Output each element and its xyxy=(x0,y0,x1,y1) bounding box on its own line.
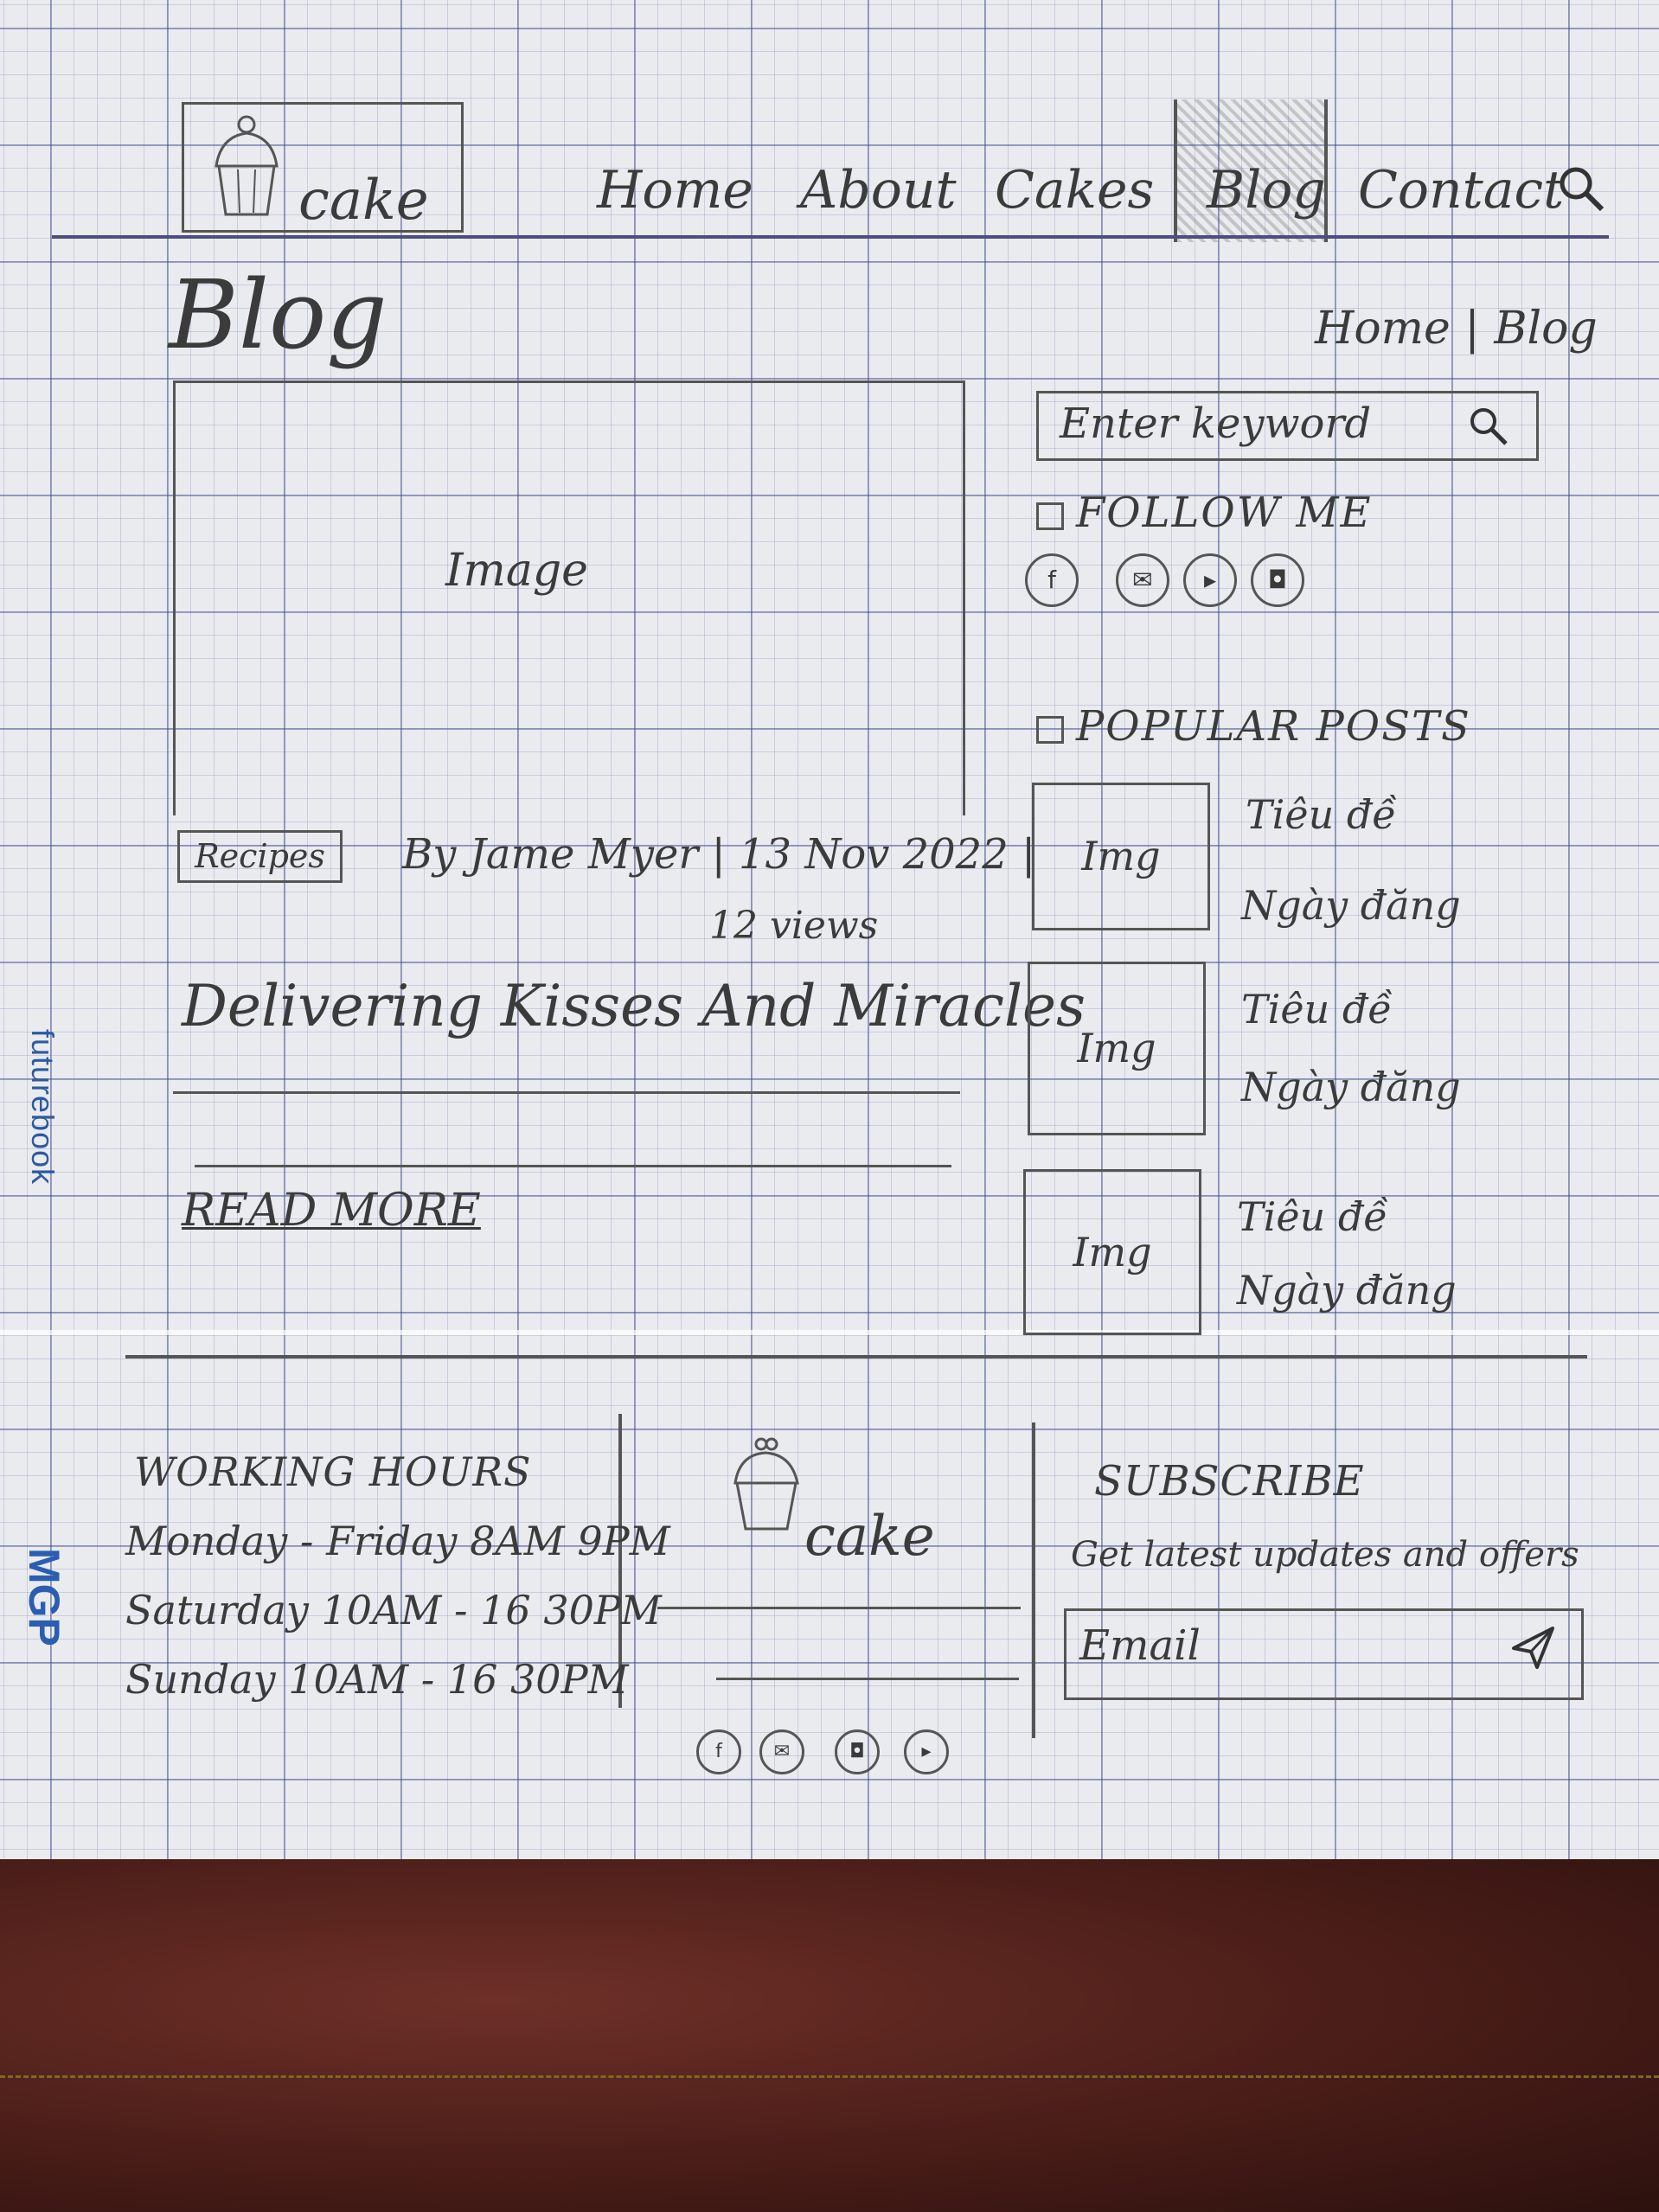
post-title[interactable]: Delivering Kisses And Miracles xyxy=(182,973,1086,1039)
carpet-stitch xyxy=(0,2075,1659,2078)
carpet-background xyxy=(0,1859,1659,2212)
facebook-icon[interactable]: f xyxy=(1025,553,1079,607)
working-hours-title: WORKING HOURS xyxy=(134,1448,532,1495)
post-image[interactable] xyxy=(173,380,965,815)
maker-brand: MGP xyxy=(20,1548,68,1646)
hours-sunday: Sunday 10AM - 16 30PM xyxy=(125,1656,629,1703)
footer-logo-text: cake xyxy=(804,1505,935,1569)
popular-post-date: Ngày đăng xyxy=(1241,1064,1461,1110)
nav-about[interactable]: About xyxy=(800,160,957,221)
post-excerpt-line xyxy=(195,1165,951,1167)
youtube-icon[interactable]: ▸ xyxy=(1183,553,1237,607)
category-tag[interactable]: Recipes xyxy=(177,830,343,883)
popular-post-thumb[interactable]: Img xyxy=(1028,962,1206,1135)
notebook-brand: futurebook xyxy=(25,1029,61,1186)
popular-post-date: Ngày đăng xyxy=(1241,882,1461,929)
page-seam xyxy=(0,1330,1659,1335)
footer-divider xyxy=(125,1355,1587,1359)
popular-title: POPULAR POSTS xyxy=(1076,702,1471,751)
twitter-icon[interactable]: ✉ xyxy=(759,1729,804,1774)
post-image-label: Image xyxy=(445,545,588,597)
nav-home[interactable]: Home xyxy=(597,160,753,221)
subscribe-title: SUBSCRIBE xyxy=(1094,1457,1365,1506)
nav-blog[interactable]: Blog xyxy=(1207,160,1326,221)
hours-weekday: Monday - Friday 8AM 9PM xyxy=(125,1518,670,1564)
hours-saturday: Saturday 10AM - 16 30PM xyxy=(125,1587,662,1633)
facebook-icon[interactable]: f xyxy=(696,1729,741,1774)
follow-title: FOLLOW ME xyxy=(1076,489,1373,537)
youtube-icon[interactable]: ▸ xyxy=(904,1729,949,1774)
footer-line xyxy=(716,1678,1019,1680)
logo-text: cake xyxy=(298,169,429,233)
search-placeholder: Enter keyword xyxy=(1060,400,1372,448)
post-excerpt-line xyxy=(173,1091,960,1094)
footer-line xyxy=(657,1607,1021,1609)
page-title: Blog xyxy=(169,259,388,370)
popular-post-title[interactable]: Tiêu đề xyxy=(1241,986,1393,1032)
email-placeholder: Email xyxy=(1079,1621,1201,1670)
footer-column-divider xyxy=(1032,1422,1035,1738)
search-icon[interactable] xyxy=(1466,404,1509,447)
subscribe-description: Get latest updates and offers xyxy=(1071,1535,1579,1575)
nav-cakes[interactable]: Cakes xyxy=(995,160,1154,221)
instagram-icon[interactable]: ◘ xyxy=(835,1729,880,1774)
popular-post-thumb[interactable]: Img xyxy=(1023,1169,1201,1335)
twitter-icon[interactable]: ✉ xyxy=(1116,553,1169,607)
follow-heading: FOLLOW ME xyxy=(1036,489,1373,537)
cupcake-logo-icon xyxy=(733,1437,799,1531)
popular-post-title[interactable]: Tiêu đề xyxy=(1237,1193,1388,1240)
search-icon[interactable] xyxy=(1557,164,1605,212)
popular-post-title[interactable]: Tiêu đề xyxy=(1246,791,1397,838)
read-more-link[interactable]: READ MORE xyxy=(182,1185,481,1237)
send-icon[interactable] xyxy=(1509,1624,1557,1672)
popular-post-date: Ngày đăng xyxy=(1237,1267,1457,1314)
breadcrumb[interactable]: Home | Blog xyxy=(1315,303,1598,355)
popular-post-thumb[interactable]: Img xyxy=(1032,783,1210,930)
post-views: 12 views xyxy=(709,904,879,948)
header-divider xyxy=(52,235,1609,239)
instagram-icon[interactable]: ◘ xyxy=(1251,553,1304,607)
nav-contact[interactable]: Contact xyxy=(1358,160,1564,221)
cupcake-logo-icon xyxy=(215,115,279,216)
checkbox-icon xyxy=(1036,715,1064,744)
checkbox-icon xyxy=(1036,502,1064,530)
post-meta: By Jame Myer | 13 Nov 2022 | xyxy=(402,830,1036,879)
popular-heading: POPULAR POSTS xyxy=(1036,702,1471,751)
